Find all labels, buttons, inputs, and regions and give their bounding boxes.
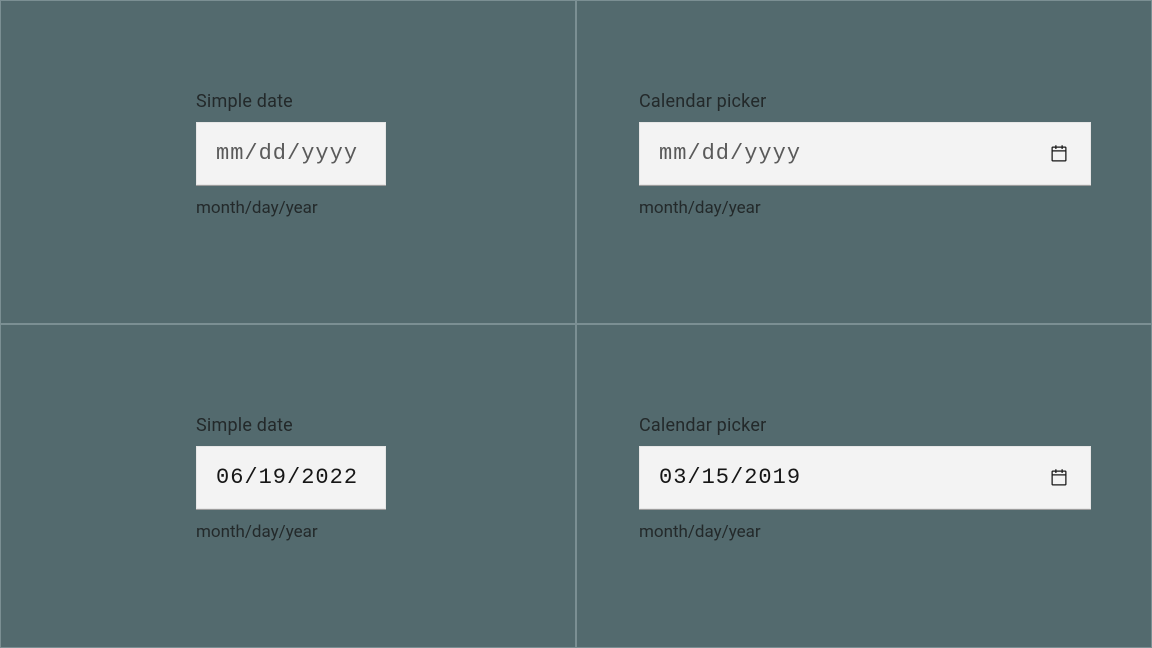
field-helper-text: month/day/year — [196, 522, 386, 542]
field-helper-text: month/day/year — [639, 522, 1089, 542]
date-field-group: Simple date 06/19/2022 month/day/year — [196, 415, 386, 542]
field-helper-text: month/day/year — [196, 198, 386, 218]
date-picker-input[interactable]: 03/15/2019 — [639, 446, 1091, 510]
example-cell-picker-empty: Calendar picker mm/dd/yyyy month/day/yea… — [576, 0, 1152, 324]
date-picker-input[interactable]: mm/dd/yyyy — [639, 122, 1091, 186]
field-label: Calendar picker — [639, 91, 1089, 112]
example-cell-simple-filled: Simple date 06/19/2022 month/day/year — [0, 324, 576, 648]
calendar-icon[interactable] — [1047, 466, 1071, 490]
example-cell-simple-empty: Simple date mm/dd/yyyy month/day/year — [0, 0, 576, 324]
input-value-text: 03/15/2019 — [659, 465, 801, 490]
date-input[interactable]: 06/19/2022 — [196, 446, 386, 510]
field-helper-text: month/day/year — [639, 198, 1089, 218]
input-value-text: 06/19/2022 — [216, 465, 358, 490]
example-grid: Simple date mm/dd/yyyy month/day/year Ca… — [0, 0, 1152, 648]
date-field-group: Simple date mm/dd/yyyy month/day/year — [196, 91, 386, 218]
input-placeholder-text: mm/dd/yyyy — [216, 141, 358, 166]
field-label: Simple date — [196, 415, 386, 436]
date-input[interactable]: mm/dd/yyyy — [196, 122, 386, 186]
field-label: Calendar picker — [639, 415, 1089, 436]
input-placeholder-text: mm/dd/yyyy — [659, 141, 801, 166]
example-cell-picker-filled: Calendar picker 03/15/2019 month/day/yea… — [576, 324, 1152, 648]
date-picker-field-group: Calendar picker mm/dd/yyyy month/day/yea… — [639, 91, 1089, 218]
calendar-icon[interactable] — [1047, 142, 1071, 166]
field-label: Simple date — [196, 91, 386, 112]
date-picker-field-group: Calendar picker 03/15/2019 month/day/yea… — [639, 415, 1089, 542]
